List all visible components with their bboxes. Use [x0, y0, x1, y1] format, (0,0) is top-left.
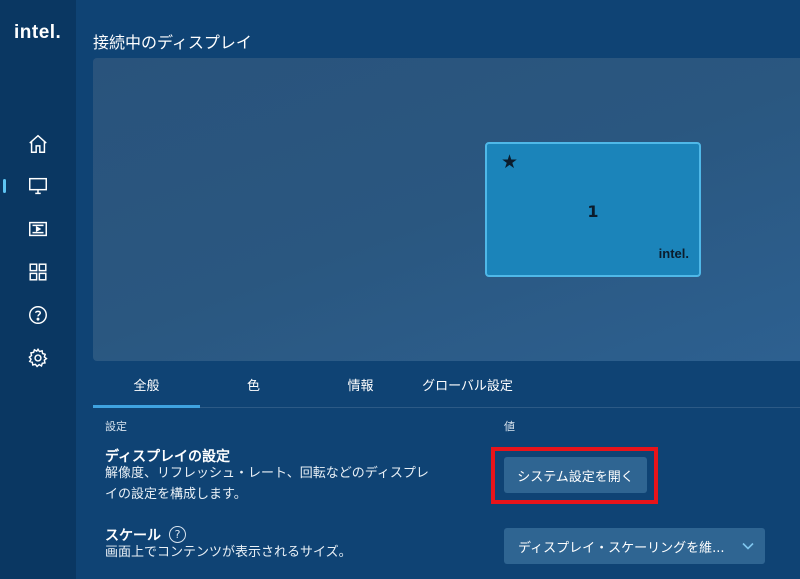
tab-general[interactable]: 全般 — [93, 362, 200, 406]
sidebar: intel. — [0, 0, 76, 579]
scale-description: 画面上でコンテンツが表示されるサイズ。 — [105, 545, 352, 560]
column-header-setting: 設定 — [105, 420, 127, 433]
video-icon — [29, 221, 47, 237]
highlight-box — [491, 447, 658, 504]
sidebar-item-help[interactable] — [0, 299, 76, 331]
home-icon — [29, 134, 47, 153]
sidebar-item-home[interactable] — [0, 128, 76, 160]
active-tab-underline — [93, 405, 200, 408]
tab-global-settings-label: グローバル設定 — [422, 378, 513, 394]
gear-icon — [28, 347, 48, 368]
display-icon — [29, 177, 47, 195]
display-settings-description: 解像度、リフレッシュ・レート、回転などのディスプレ イの設定を構成します。 — [105, 463, 429, 505]
tab-general-label: 全般 — [133, 378, 160, 394]
tab-color[interactable]: 色 — [200, 362, 307, 406]
monitor-intel-logo: intel. — [658, 246, 689, 261]
monitor-1[interactable]: ★ 1 intel. — [485, 142, 701, 277]
scaling-dropdown[interactable]: ディスプレイ・スケーリングを維... — [504, 528, 765, 564]
scaling-dropdown-value: ディスプレイ・スケーリングを維... — [518, 540, 725, 556]
scale-help-icon[interactable]: ? — [169, 526, 186, 543]
tab-info-label: 情報 — [347, 378, 374, 394]
display-settings-desc-line1: 解像度、リフレッシュ・レート、回転などのディスプレ — [105, 466, 429, 481]
display-settings-desc-line2: イの設定を構成します。 — [105, 487, 247, 502]
monitor-number: 1 — [587, 202, 599, 221]
page-title: 接続中のディスプレイ — [93, 33, 252, 52]
sidebar-item-video[interactable] — [0, 213, 76, 245]
chevron-down-icon — [742, 542, 754, 550]
sidebar-item-apps[interactable] — [0, 256, 76, 288]
sidebar-item-settings[interactable] — [0, 342, 76, 374]
tab-color-label: 色 — [246, 378, 260, 394]
help-icon — [29, 306, 47, 324]
sidebar-item-display[interactable] — [0, 170, 76, 202]
intel-logo: intel. — [14, 22, 62, 43]
primary-star-icon: ★ — [501, 151, 519, 173]
tab-global-settings[interactable]: グローバル設定 — [414, 362, 521, 406]
column-header-value: 値 — [504, 420, 515, 433]
tab-info[interactable]: 情報 — [307, 362, 414, 406]
apps-grid-icon — [29, 263, 47, 281]
tab-bar: 全般 色 情報 グローバル設定 — [93, 362, 800, 408]
